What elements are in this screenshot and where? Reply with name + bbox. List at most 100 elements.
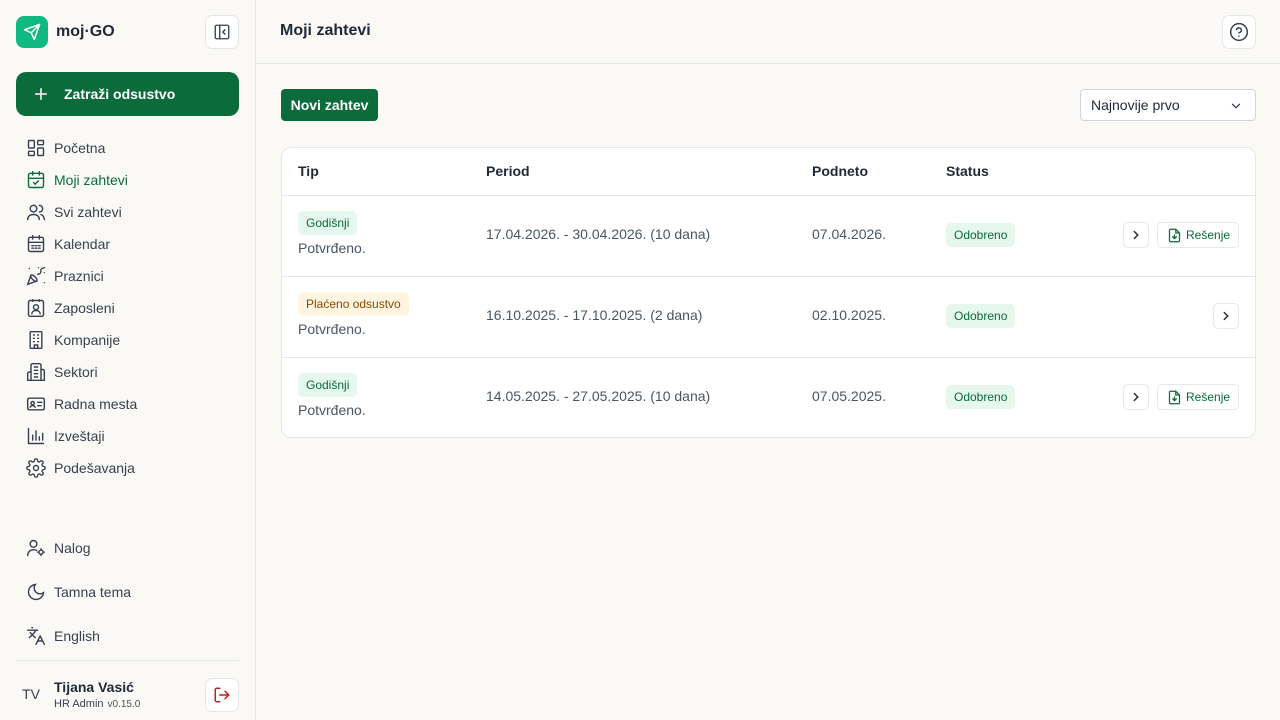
sidebar-item-label: Početna xyxy=(54,140,106,156)
user-cog-icon xyxy=(26,539,46,557)
sidebar-item-label: Izveštaji xyxy=(54,428,105,444)
sidebar-item-nalog[interactable]: Nalog xyxy=(16,526,239,570)
calendar-icon xyxy=(27,234,45,253)
sidebar-item-radna-mesta[interactable]: Radna mesta xyxy=(16,388,239,420)
decision-document-label: Rešenje xyxy=(1186,390,1231,404)
status-badge: Odobreno xyxy=(946,304,1016,328)
request-leave-button[interactable]: Zatraži odsustvo xyxy=(16,72,239,116)
users-icon xyxy=(26,204,46,221)
status-badge: Odobreno xyxy=(946,385,1016,409)
row-note: Potvrđeno. xyxy=(298,402,366,418)
table-row[interactable]: Godišnji Potvrđeno. 17.04.2026. - 30.04.… xyxy=(282,196,1255,277)
user-info: Tijana Vasić HR Admin v0.15.0 xyxy=(54,679,140,710)
decision-document-button[interactable]: Rešenje xyxy=(1157,384,1239,410)
building-icon xyxy=(29,330,43,350)
collapse-sidebar-button[interactable] xyxy=(205,15,239,49)
file-download-icon xyxy=(1168,228,1181,242)
requests-table: Tip Period Podneto Status Godišnji Potvr… xyxy=(281,147,1256,438)
brand-name: moj·GO xyxy=(56,23,115,40)
avatar[interactable]: TV xyxy=(16,686,46,702)
theme-toggle[interactable]: Tamna tema xyxy=(16,570,239,614)
app-version: v0.15.0 xyxy=(107,698,141,710)
party-popper-icon xyxy=(26,266,46,286)
sidebar-item-kalendar[interactable]: Kalendar xyxy=(16,228,239,260)
language-toggle-label: English xyxy=(54,628,100,644)
table-row[interactable]: Plaćeno odsustvo Potvrđeno. 16.10.2025. … xyxy=(282,277,1255,358)
sidebar-item-label: Kalendar xyxy=(54,236,111,252)
panel-left-icon xyxy=(214,24,230,40)
settings-icon xyxy=(26,458,46,478)
sidebar-item-podesavanja[interactable]: Podešavanja xyxy=(16,452,239,484)
sidebar-item-label: Podešavanja xyxy=(54,460,135,476)
table-header: Tip Period Podneto Status xyxy=(282,148,1255,196)
type-badge: Godišnji xyxy=(298,373,358,397)
bar-chart-icon xyxy=(27,427,45,445)
sidebar-item-label: Kompanije xyxy=(54,332,121,348)
moon-icon xyxy=(27,583,45,601)
column-header-type: Tip xyxy=(298,163,319,179)
sidebar-item-pocetna[interactable]: Početna xyxy=(16,132,239,164)
buildings-icon xyxy=(26,362,46,382)
new-request-button[interactable]: Novi zahtev xyxy=(281,89,378,121)
column-header-status: Status xyxy=(946,163,989,179)
chevron-down-icon xyxy=(1231,103,1241,109)
row-note: Potvrđeno. xyxy=(298,321,366,337)
sidebar-item-zaposleni[interactable]: Zaposleni xyxy=(16,292,239,324)
sidebar-item-label: Sektori xyxy=(54,364,98,380)
translate-icon xyxy=(26,626,46,646)
logout-button[interactable] xyxy=(205,678,239,712)
top-bar: Moji zahtevi xyxy=(256,0,1280,64)
request-leave-label: Zatraži odsustvo xyxy=(64,86,176,102)
sort-select-value: Najnovije prvo xyxy=(1091,97,1180,113)
id-card-icon xyxy=(26,397,46,411)
sidebar-item-izvestaji[interactable]: Izveštaji xyxy=(16,420,239,452)
decision-document-label: Rešenje xyxy=(1186,228,1231,242)
secondary-nav: Nalog Tamna tema English xyxy=(16,526,239,658)
row-note: Potvrđeno. xyxy=(298,240,366,256)
sidebar-item-svi-zahtevi[interactable]: Svi zahtevi xyxy=(16,196,239,228)
row-period: 16.10.2025. - 17.10.2025. (2 dana) xyxy=(486,307,703,323)
help-button[interactable] xyxy=(1222,15,1256,49)
brand[interactable]: moj·GO xyxy=(16,16,115,48)
sidebar: moj·GO Zatraži odsustvo Početna Moji zah… xyxy=(0,0,256,720)
column-header-submitted: Podneto xyxy=(812,163,868,179)
chevron-right-icon xyxy=(1133,230,1139,240)
user-meta: HR Admin v0.15.0 xyxy=(54,698,140,710)
calendar-check-icon xyxy=(27,170,45,189)
dashboard-icon xyxy=(27,139,45,157)
sidebar-item-sektori[interactable]: Sektori xyxy=(16,356,239,388)
decision-document-button[interactable]: Rešenje xyxy=(1157,222,1239,248)
plus-icon xyxy=(35,88,47,100)
page-title: Moji zahtevi xyxy=(280,22,371,39)
sort-select[interactable]: Najnovije prvo xyxy=(1080,89,1256,121)
row-details-button[interactable] xyxy=(1123,222,1149,248)
main-nav: Početna Moji zahtevi Svi zahtevi Kalenda… xyxy=(16,132,239,484)
contact-icon xyxy=(27,298,45,318)
divider xyxy=(16,660,239,661)
row-period: 17.04.2026. - 30.04.2026. (10 dana) xyxy=(486,226,711,242)
row-details-button[interactable] xyxy=(1213,303,1239,329)
help-circle-icon xyxy=(1229,22,1249,42)
type-badge: Plaćeno odsustvo xyxy=(298,292,409,316)
sidebar-item-label: Zaposleni xyxy=(54,300,115,316)
user-name: Tijana Vasić xyxy=(54,678,134,695)
sidebar-item-label: Nalog xyxy=(54,540,91,556)
file-download-icon xyxy=(1168,390,1181,404)
sidebar-item-praznici[interactable]: Praznici xyxy=(16,260,239,292)
type-badge: Godišnji xyxy=(298,211,358,235)
user-role: HR Admin xyxy=(54,697,104,710)
sidebar-item-label: Svi zahtevi xyxy=(54,204,122,220)
row-submitted: 07.04.2026. xyxy=(812,226,886,242)
sidebar-item-label: Praznici xyxy=(54,268,104,284)
row-details-button[interactable] xyxy=(1123,384,1149,410)
column-header-period: Period xyxy=(486,163,530,179)
table-row[interactable]: Godišnji Potvrđeno. 14.05.2025. - 27.05.… xyxy=(282,358,1255,437)
sidebar-item-kompanije[interactable]: Kompanije xyxy=(16,324,239,356)
language-toggle[interactable]: English xyxy=(16,614,239,658)
logout-icon xyxy=(214,687,230,703)
user-panel: TV Tijana Vasić HR Admin v0.15.0 xyxy=(16,672,239,716)
sidebar-item-moji-zahtevi[interactable]: Moji zahtevi xyxy=(16,164,239,196)
sidebar-item-label: Radna mesta xyxy=(54,396,138,412)
status-badge: Odobreno xyxy=(946,223,1016,247)
chevron-right-icon xyxy=(1133,392,1139,402)
